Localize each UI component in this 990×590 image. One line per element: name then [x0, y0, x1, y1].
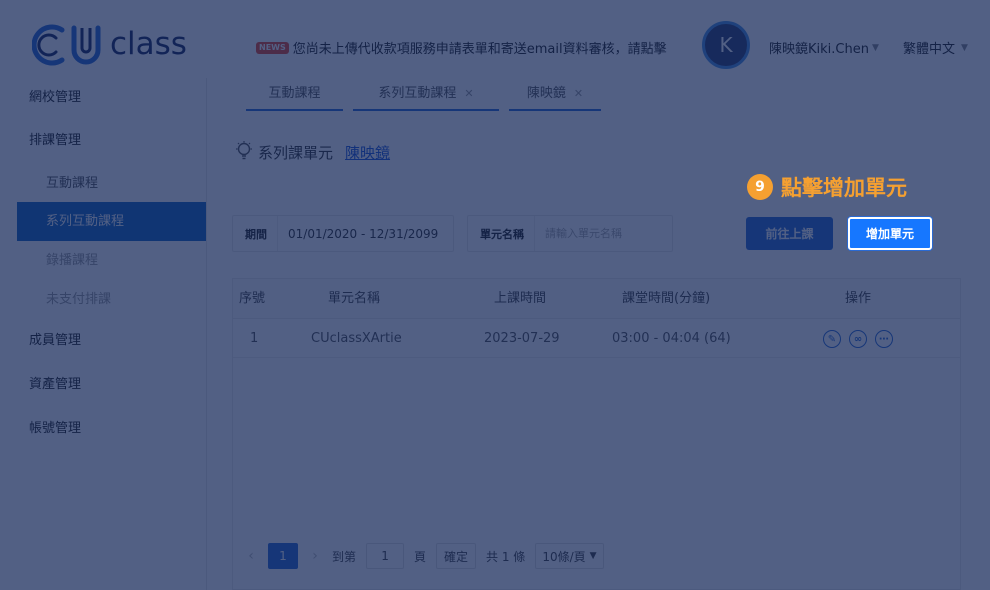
page-label: 頁 — [414, 549, 427, 564]
top-header: class NEWS 您尚未上傳代收款項服務申請表單和寄送email資料審核，請… — [0, 0, 990, 78]
sidebar-item-recorded[interactable]: 錄播課程 — [17, 241, 206, 280]
column-header: 序號 — [239, 291, 266, 306]
period-value[interactable]: 01/01/2020 - 12/31/2099 — [278, 227, 438, 241]
language-selector[interactable]: 繁體中文 ▼ — [903, 38, 968, 57]
tab-teacher[interactable]: 陳映鏡 ✕ — [509, 78, 601, 111]
step-instruction: 點擊增加單元 — [781, 176, 907, 200]
app-window: class NEWS 您尚未上傳代收款項服務申請表單和寄送email資料審核，請… — [0, 0, 990, 590]
cu-logo-icon — [32, 24, 101, 66]
chevron-down-icon: ▼ — [589, 551, 597, 561]
breadcrumb: 系列課單元 陳映鏡 — [234, 140, 390, 164]
sidebar-item-members[interactable]: 成員管理 — [0, 321, 207, 361]
pagination: ‹ 1 › 到第 1 頁 確定 共 1 條 10條/頁 ▼ — [244, 543, 604, 569]
total-count: 共 1 條 — [486, 549, 526, 564]
more-icon[interactable]: ⋯ — [875, 330, 893, 348]
sidebar: 網校管理 排課管理 互動課程 系列互動課程 錄播課程 未支付排課 成員管理 資產… — [0, 78, 207, 590]
link-icon[interactable]: ∞ — [849, 330, 867, 348]
logo-text: class — [110, 26, 187, 62]
unit-name-label: 單元名稱 — [468, 216, 535, 251]
column-header: 課堂時間(分鐘) — [622, 291, 711, 306]
row-unit-name: CUclassXArtie — [311, 331, 402, 346]
avatar-initial: K — [719, 33, 733, 57]
breadcrumb-link[interactable]: 陳映鏡 — [345, 142, 390, 163]
user-name: 陳映鏡Kiki.Chen — [769, 42, 869, 57]
column-header: 上課時間 — [494, 291, 547, 306]
lightbulb-icon — [236, 141, 252, 160]
unit-name-filter: 單元名稱 — [467, 215, 673, 252]
tab-label: 互動課程 — [268, 85, 321, 101]
chevron-down-icon: ▼ — [961, 42, 968, 53]
news-banner[interactable]: NEWS 您尚未上傳代收款項服務申請表單和寄送email資料審核，請點擊 — [256, 38, 667, 57]
chevron-down-icon: ▼ — [871, 42, 879, 53]
row-index: 1 — [250, 331, 259, 346]
sidebar-item-account[interactable]: 帳號管理 — [0, 409, 207, 449]
goto-page-input[interactable]: 1 — [366, 543, 405, 569]
sidebar-item-scheduling[interactable]: 排課管理 — [0, 121, 207, 161]
table-row[interactable]: 1 CUclassXArtie 2023-07-29 03:00 - 04:04… — [233, 319, 960, 358]
close-icon[interactable]: ✕ — [464, 80, 473, 108]
user-menu[interactable]: 陳映鏡Kiki.Chen ▼ — [769, 38, 879, 57]
news-badge: NEWS — [256, 41, 289, 54]
period-label: 期間 — [233, 216, 278, 251]
news-text: 您尚未上傳代收款項服務申請表單和寄送email資料審核，請點擊 — [292, 42, 667, 57]
tab-series-interactive[interactable]: 系列互動課程 ✕ — [353, 78, 499, 111]
column-header: 操作 — [845, 291, 872, 306]
edit-icon[interactable]: ✎ — [823, 330, 841, 348]
step-number: 9 — [747, 174, 773, 200]
avatar[interactable]: K — [702, 21, 750, 69]
language-label: 繁體中文 — [903, 42, 956, 57]
goto-label: 到第 — [332, 549, 357, 564]
period-filter[interactable]: 期間 01/01/2020 - 12/31/2099 — [232, 215, 454, 252]
tab-label: 陳映鏡 — [526, 85, 566, 101]
sidebar-item-assets[interactable]: 資產管理 — [0, 365, 207, 405]
column-header: 單元名稱 — [328, 291, 381, 306]
main-content: 互動課程 系列互動課程 ✕ 陳映鏡 ✕ 系列課單元 陳映鏡 期間 01/01/2… — [208, 78, 990, 590]
page-size-select[interactable]: 10條/頁 ▼ — [535, 543, 604, 569]
chevron-left-icon[interactable]: ‹ — [244, 548, 258, 564]
unit-name-input[interactable] — [545, 227, 665, 240]
tutorial-step: 9 點擊增加單元 — [747, 172, 907, 202]
row-duration: 03:00 - 04:04 (64) — [612, 331, 731, 346]
breadcrumb-label: 系列課單元 — [258, 143, 334, 162]
go-to-class-button[interactable]: 前往上課 — [746, 217, 833, 250]
sidebar-item-school[interactable]: 網校管理 — [0, 78, 207, 118]
table-header: 序號 單元名稱 上課時間 課堂時間(分鐘) 操作 — [233, 279, 960, 319]
chevron-right-icon[interactable]: › — [308, 548, 322, 564]
sidebar-item-series-interactive[interactable]: 系列互動課程 — [17, 202, 206, 241]
tab-bar: 互動課程 系列互動課程 ✕ 陳映鏡 ✕ — [246, 78, 601, 112]
page-size-value: 10條/頁 — [542, 549, 586, 564]
row-actions: ✎ ∞ ⋯ — [823, 330, 893, 348]
sidebar-item-interactive[interactable]: 互動課程 — [17, 164, 206, 203]
close-icon[interactable]: ✕ — [574, 80, 583, 108]
confirm-button[interactable]: 確定 — [436, 543, 477, 569]
add-unit-button[interactable]: 增加單元 — [848, 217, 932, 250]
tab-label: 系列互動課程 — [378, 85, 457, 101]
units-table: 序號 單元名稱 上課時間 課堂時間(分鐘) 操作 1 CUclassXArtie… — [232, 278, 961, 590]
page-current[interactable]: 1 — [268, 543, 298, 569]
row-date: 2023-07-29 — [484, 331, 560, 346]
sidebar-item-unpaid[interactable]: 未支付排課 — [17, 280, 206, 319]
tab-interactive[interactable]: 互動課程 — [246, 78, 343, 111]
